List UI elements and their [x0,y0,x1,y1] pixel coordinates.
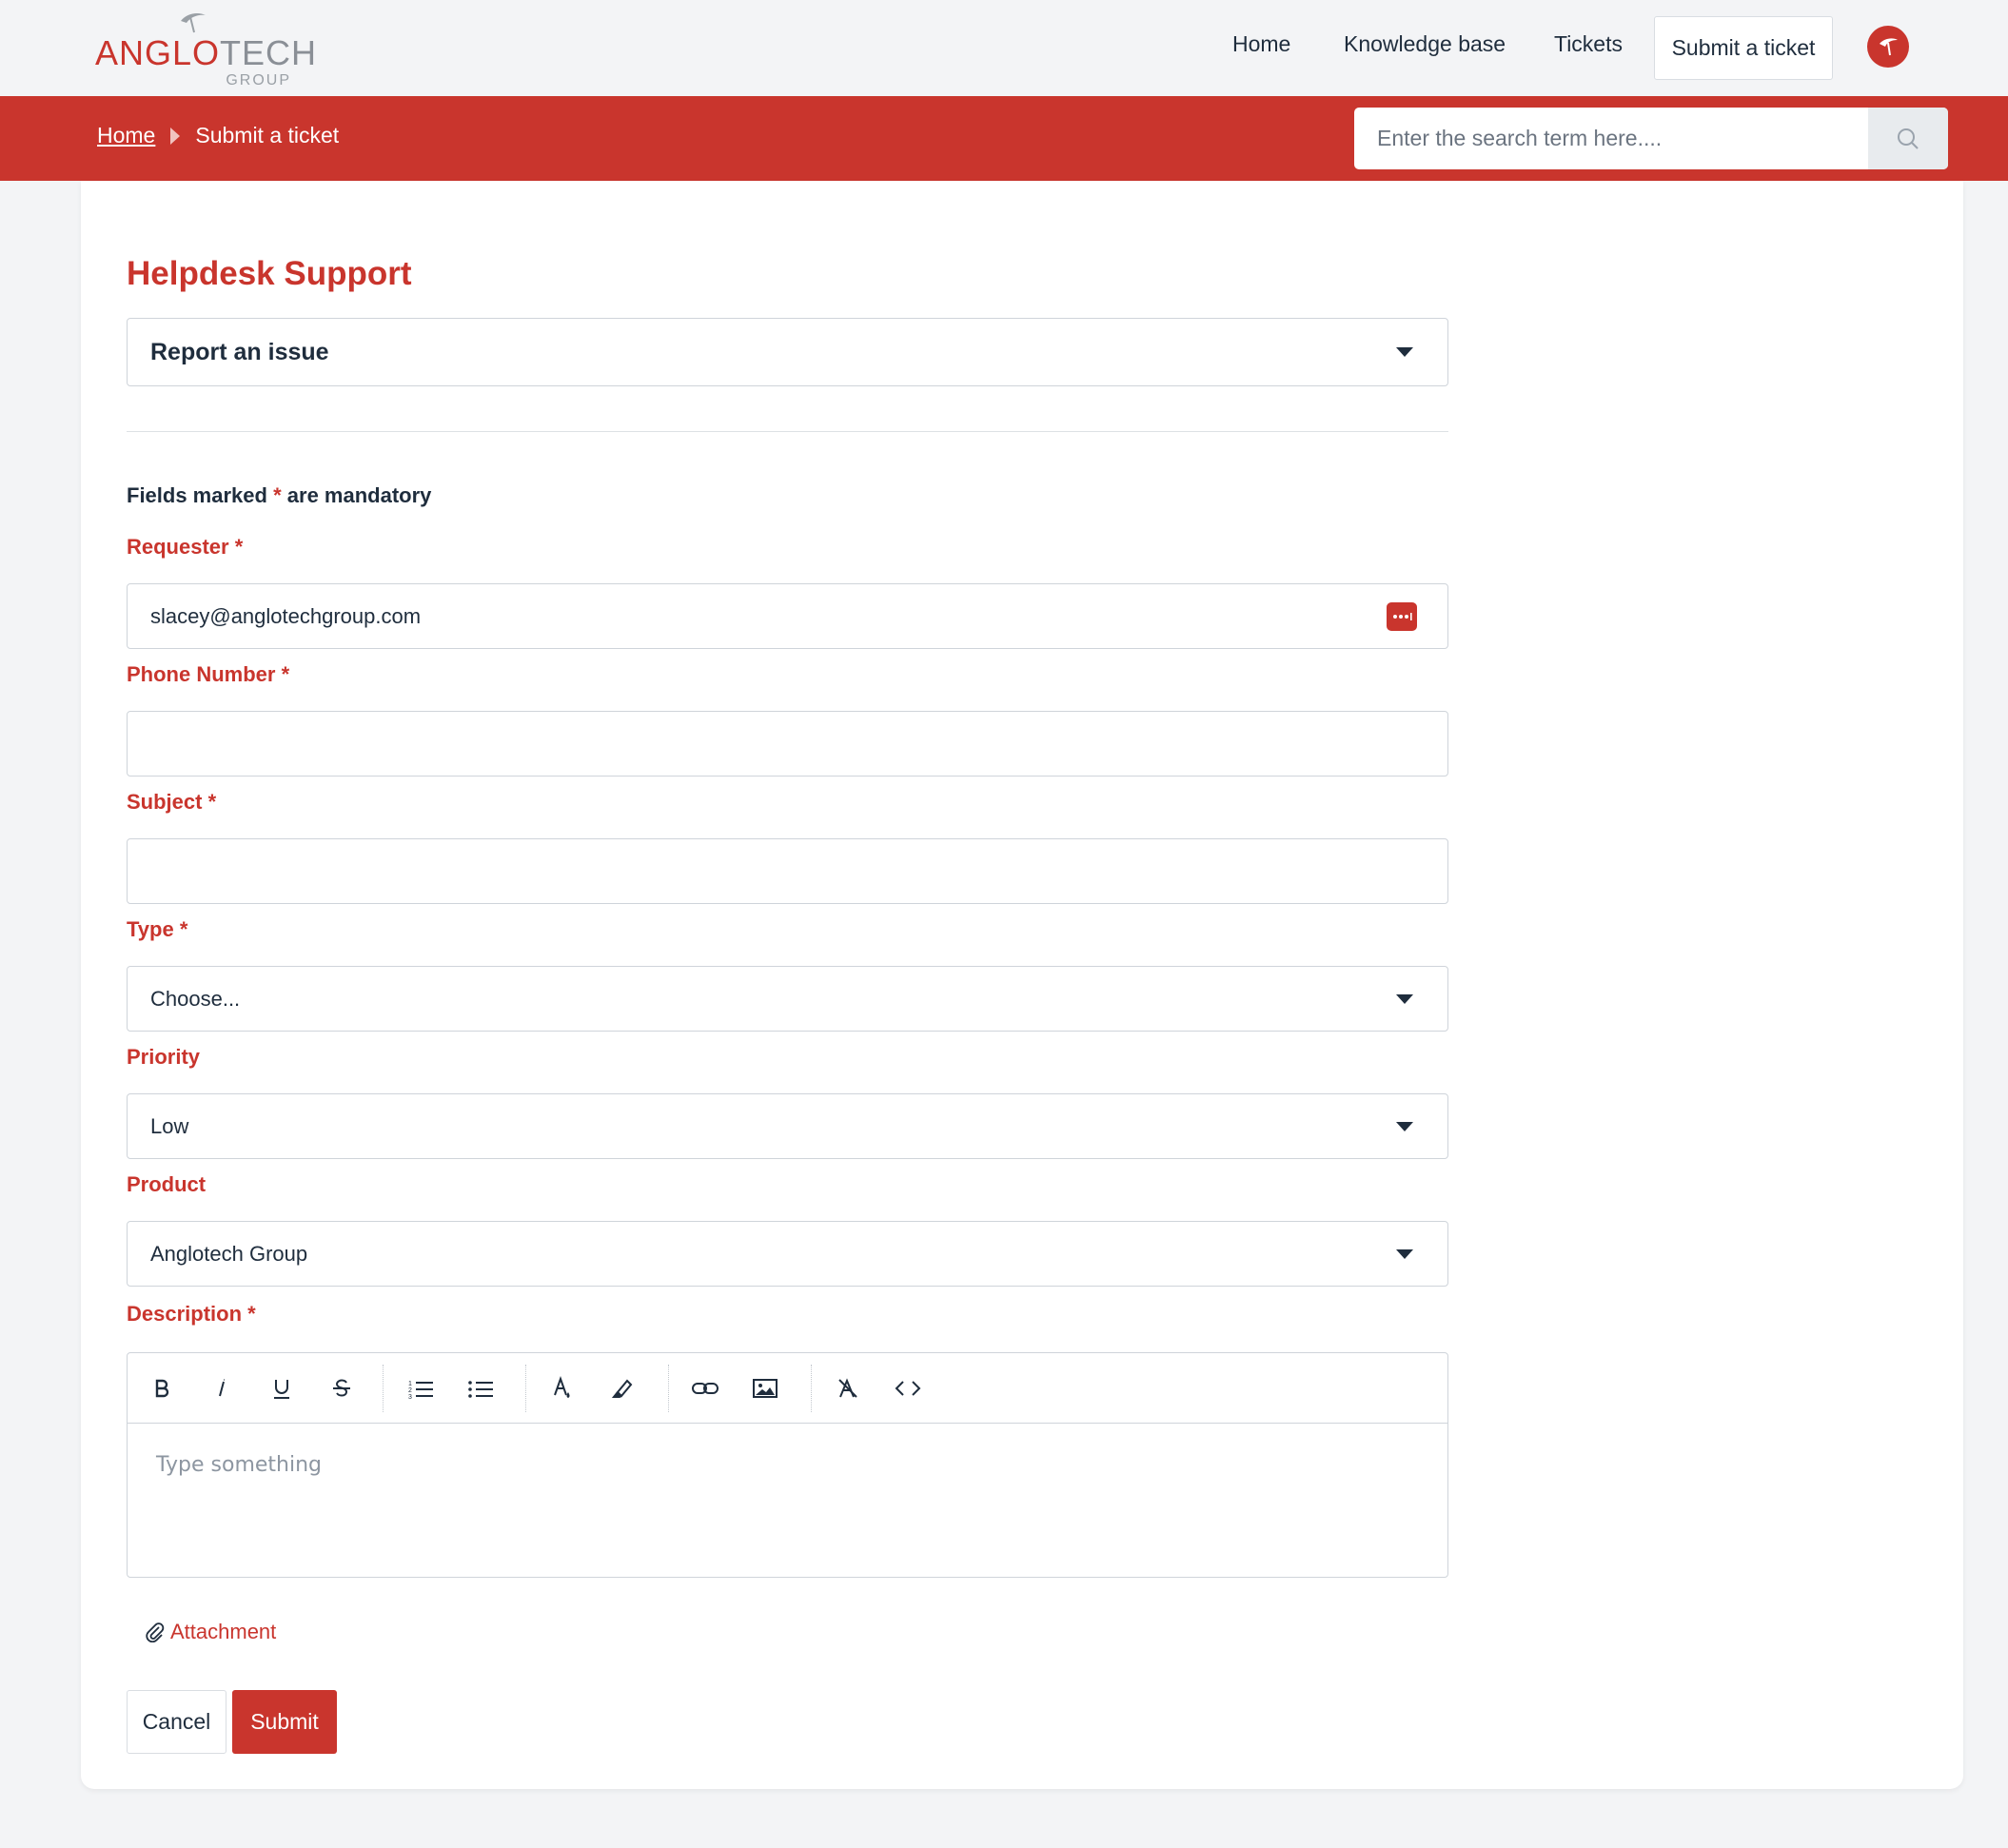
attachment-link[interactable]: Attachment [146,1620,276,1644]
breadcrumb-bar: Home Submit a ticket [0,96,2008,181]
underline-button[interactable] [263,1369,301,1407]
mandatory-note: Fields marked * are mandatory [127,483,431,508]
nav-tickets-link[interactable]: Tickets [1554,31,1623,57]
requester-input[interactable] [128,584,1447,648]
editor-toolbar: 123 [128,1353,1447,1424]
form-type-value: Report an issue [150,338,329,365]
subject-input[interactable] [128,839,1447,903]
type-select[interactable]: Choose... [127,966,1448,1032]
italic-button[interactable] [203,1369,241,1407]
submit-button[interactable]: Submit [232,1690,337,1754]
logo-wordmark-anglo: ANGLO [95,33,221,72]
more-options-icon [1393,613,1412,620]
toolbar-separator [383,1365,384,1412]
breadcrumb: Home Submit a ticket [97,123,339,148]
subject-label: Subject * [127,790,217,814]
toolbar-separator [811,1365,812,1412]
requester-field [127,583,1448,649]
priority-select-value: Low [150,1113,189,1138]
chevron-down-icon [1396,1248,1413,1259]
toolbar-separator [668,1365,669,1412]
cancel-button[interactable]: Cancel [127,1690,226,1754]
code-button[interactable] [889,1369,927,1407]
requester-label: Requester * [127,535,244,559]
italic-icon [219,1379,226,1397]
ticket-form-card: Helpdesk Support Report an issue Fields … [81,181,1963,1789]
top-navbar: ANGLOTECH GROUP Home Knowledge base Tick… [0,0,2008,96]
chevron-down-icon [1396,1121,1413,1131]
strikethrough-button[interactable] [323,1369,361,1407]
bullet-list-button[interactable] [462,1369,500,1407]
chevron-down-icon [1396,347,1413,357]
svg-text:1: 1 [408,1381,412,1387]
description-label: Description * [127,1302,256,1326]
bullet-list-icon [468,1381,493,1398]
mandatory-star: * [273,483,282,507]
ordered-list-icon: 123 [408,1381,433,1400]
form-type-select[interactable]: Report an issue [127,318,1448,386]
breadcrumb-separator-icon [170,127,181,145]
type-label: Type * [127,917,188,941]
requester-lookup-button[interactable] [1387,602,1417,631]
image-icon [753,1379,778,1398]
highlight-button[interactable] [603,1369,641,1407]
nav-home-link[interactable]: Home [1232,31,1290,57]
product-label: Product [127,1172,207,1196]
link-button[interactable] [686,1369,724,1407]
breadcrumb-current: Submit a ticket [195,123,340,147]
svg-text:3: 3 [408,1394,412,1400]
description-editor: 123 Type something [127,1352,1448,1578]
description-textarea[interactable]: Type something [128,1425,1447,1577]
user-avatar[interactable] [1867,26,1909,68]
product-select[interactable]: Anglotech Group [127,1221,1448,1287]
code-icon [895,1381,921,1396]
strikethrough-icon [333,1379,350,1397]
underline-icon [274,1380,289,1399]
text-color-icon [554,1376,570,1398]
description-placeholder: Type something [156,1453,323,1477]
mandatory-note-prefix: Fields marked [127,483,267,507]
chevron-down-icon [1396,993,1413,1004]
divider [127,431,1448,432]
image-button[interactable] [746,1369,784,1407]
logo-subtext: GROUP [226,72,291,88]
search-box [1354,108,1948,169]
ordered-list-button[interactable]: 123 [402,1369,440,1407]
clear-format-button[interactable] [829,1369,867,1407]
type-select-value: Choose... [150,986,241,1011]
mandatory-note-suffix: are mandatory [286,483,432,507]
product-select-value: Anglotech Group [150,1241,308,1266]
clear-format-icon [838,1378,857,1398]
page-title: Helpdesk Support [127,255,412,292]
attachment-label: Attachment [170,1620,277,1643]
paperclip-icon [146,1622,165,1642]
highlight-icon [611,1379,633,1398]
search-icon [1898,128,1919,149]
logo-wordmark: ANGLOTECH [95,34,317,72]
breadcrumb-home-link[interactable]: Home [97,123,155,148]
priority-label: Priority [127,1045,201,1069]
company-logo[interactable]: ANGLOTECH GROUP [95,11,316,88]
logo-wordmark-tech: TECH [220,33,318,72]
bold-icon [155,1379,169,1398]
logo-swoosh-icon [181,13,206,33]
phone-label: Phone Number * [127,662,290,686]
text-color-button[interactable] [543,1369,581,1407]
phone-field [127,711,1448,777]
nav-submit-ticket-button[interactable]: Submit a ticket [1654,16,1833,80]
nav-knowledge-base-link[interactable]: Knowledge base [1344,31,1506,57]
search-button[interactable] [1868,108,1948,169]
search-input[interactable] [1354,108,1868,169]
bold-button[interactable] [143,1369,181,1407]
toolbar-separator [525,1365,526,1412]
avatar-swoosh-icon [1880,38,1898,56]
svg-text:2: 2 [408,1387,412,1394]
priority-select[interactable]: Low [127,1093,1448,1159]
link-icon [692,1383,719,1394]
phone-input[interactable] [128,712,1447,776]
subject-field [127,838,1448,904]
